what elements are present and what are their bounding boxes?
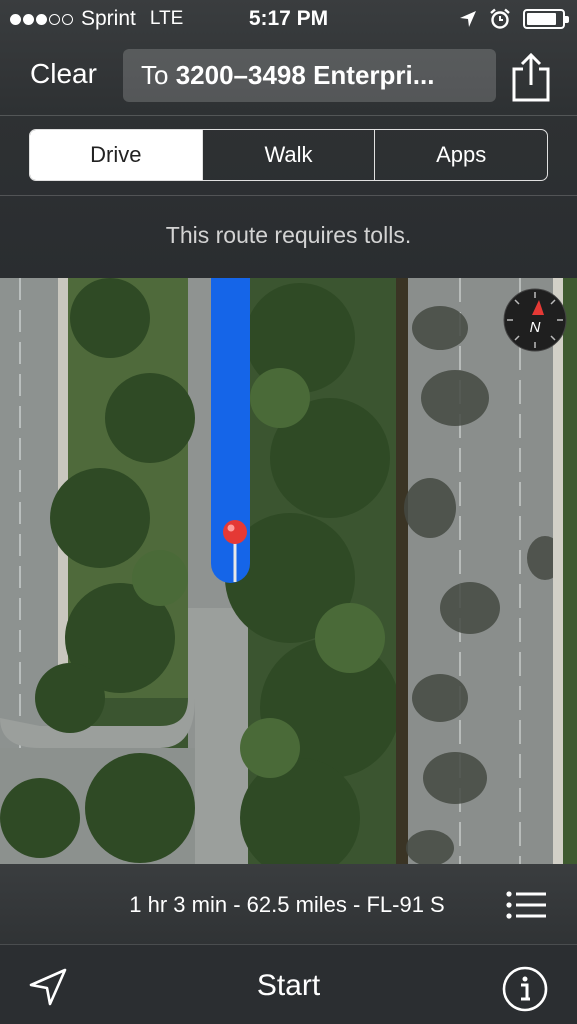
toll-notice: This route requires tolls. [165,222,412,248]
status-right [459,8,569,30]
tab-apps[interactable]: Apps [374,130,547,180]
bottom-toolbar: Start [0,944,577,1024]
transport-mode-control: Drive Walk Apps [29,129,548,181]
share-icon[interactable] [510,52,552,102]
satellite-imagery [0,278,577,864]
clear-button[interactable]: Clear [30,58,97,90]
tab-drive[interactable]: Drive [30,130,202,180]
info-icon[interactable] [502,966,548,1012]
compass-label: N [530,319,541,336]
route-summary: 1 hr 3 min - 62.5 miles - FL-91 S [129,892,445,917]
location-arrow-icon [460,11,476,27]
destination-field[interactable]: To 3200–3498 Enterpri... [123,49,496,102]
destination-address: 3200–3498 Enterpri... [175,60,435,90]
divider [0,115,577,116]
route-summary-text: 1 hr 3 min - 62.5 miles - FL-91 S [0,892,572,918]
tab-walk[interactable]: Walk [201,130,375,180]
list-icon[interactable] [506,891,546,919]
map-view[interactable] [0,278,577,864]
location-arrow-icon[interactable] [28,967,68,1007]
destination-prefix: To [141,60,169,90]
navigation-row: Clear To 3200–3498 Enterpri... [0,44,577,110]
battery-level [527,13,556,25]
compass-icon[interactable]: N [503,288,567,352]
divider [0,195,577,196]
start-button[interactable]: Start [257,969,320,1002]
start-button-wrap: Start [0,969,577,1003]
status-bar: Sprint LTE 5:17 PM [0,0,577,38]
battery-icon [523,9,569,29]
route-summary-bar: 1 hr 3 min - 62.5 miles - FL-91 S [0,864,577,944]
alarm-clock-icon [490,8,510,29]
